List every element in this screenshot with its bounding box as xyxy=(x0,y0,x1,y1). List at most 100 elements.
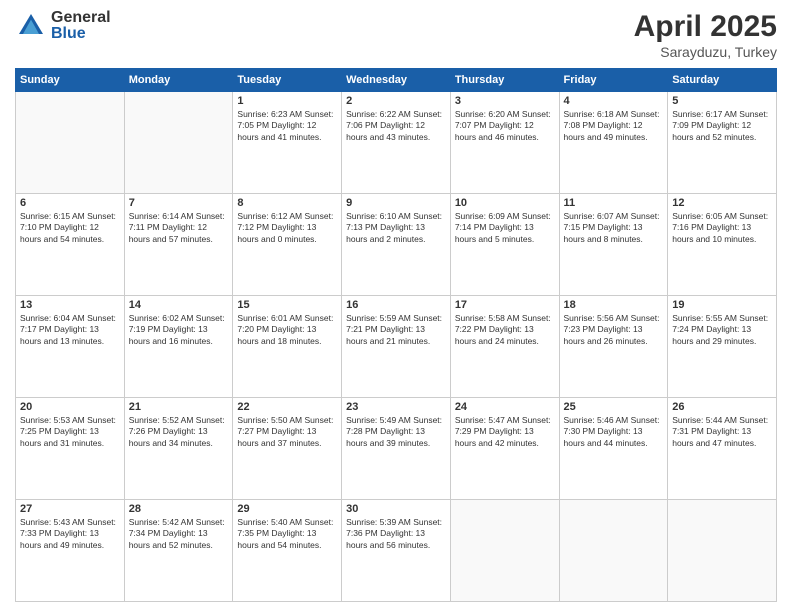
day-number: 16 xyxy=(346,299,446,311)
day-number: 13 xyxy=(20,299,120,311)
day-info: Sunrise: 6:17 AM Sunset: 7:09 PM Dayligh… xyxy=(672,109,772,143)
logo: General Blue xyxy=(15,10,111,42)
day-info: Sunrise: 5:53 AM Sunset: 7:25 PM Dayligh… xyxy=(20,415,120,449)
day-info: Sunrise: 6:22 AM Sunset: 7:06 PM Dayligh… xyxy=(346,109,446,143)
day-info: Sunrise: 6:15 AM Sunset: 7:10 PM Dayligh… xyxy=(20,211,120,245)
calendar-cell xyxy=(124,92,233,194)
calendar-cell: 24Sunrise: 5:47 AM Sunset: 7:29 PM Dayli… xyxy=(450,398,559,500)
calendar-cell: 3Sunrise: 6:20 AM Sunset: 7:07 PM Daylig… xyxy=(450,92,559,194)
day-info: Sunrise: 5:52 AM Sunset: 7:26 PM Dayligh… xyxy=(129,415,229,449)
calendar-cell: 17Sunrise: 5:58 AM Sunset: 7:22 PM Dayli… xyxy=(450,296,559,398)
day-number: 2 xyxy=(346,95,446,107)
day-number: 18 xyxy=(564,299,664,311)
subtitle: Sarayduzu, Turkey xyxy=(634,44,777,60)
day-info: Sunrise: 6:20 AM Sunset: 7:07 PM Dayligh… xyxy=(455,109,555,143)
calendar-cell: 22 Sunrise: 5:50 AM Sunset: 7:27 PM Dayli… xyxy=(233,398,342,500)
calendar-cell: 7Sunrise: 6:14 AM Sunset: 7:11 PM Daylig… xyxy=(124,194,233,296)
calendar-cell xyxy=(450,500,559,602)
day-number: 6 xyxy=(20,197,120,209)
calendar-cell: 25Sunrise: 5:46 AM Sunset: 7:30 PM Dayli… xyxy=(559,398,668,500)
day-number: 27 xyxy=(20,503,120,515)
day-number: 19 xyxy=(672,299,772,311)
calendar-cell: 8Sunrise: 6:12 AM Sunset: 7:12 PM Daylig… xyxy=(233,194,342,296)
day-info: Sunrise: 5:43 AM Sunset: 7:33 PM Dayligh… xyxy=(20,517,120,551)
day-number: 26 xyxy=(672,401,772,413)
calendar-cell: 23Sunrise: 5:49 AM Sunset: 7:28 PM Dayli… xyxy=(342,398,451,500)
day-number: 12 xyxy=(672,197,772,209)
day-number: 5 xyxy=(672,95,772,107)
day-number: 10 xyxy=(455,197,555,209)
calendar-cell: 6 Sunrise: 6:15 AM Sunset: 7:10 PM Daylig… xyxy=(16,194,125,296)
weekday-header: Saturday xyxy=(668,69,777,92)
calendar-cell: 19Sunrise: 5:55 AM Sunset: 7:24 PM Dayli… xyxy=(668,296,777,398)
calendar-cell: 12Sunrise: 6:05 AM Sunset: 7:16 PM Dayli… xyxy=(668,194,777,296)
calendar-week-row: 6 Sunrise: 6:15 AM Sunset: 7:10 PM Daylig… xyxy=(16,194,777,296)
page: General Blue April 2025 Sarayduzu, Turke… xyxy=(0,0,792,612)
calendar-cell: 5 Sunrise: 6:17 AM Sunset: 7:09 PM Daylig… xyxy=(668,92,777,194)
weekday-header: Friday xyxy=(559,69,668,92)
calendar-week-row: 13Sunrise: 6:04 AM Sunset: 7:17 PM Dayli… xyxy=(16,296,777,398)
day-info: Sunrise: 6:10 AM Sunset: 7:13 PM Dayligh… xyxy=(346,211,446,245)
day-info: Sunrise: 5:50 AM Sunset: 7:27 PM Dayligh… xyxy=(237,415,337,449)
day-number: 20 xyxy=(20,401,120,413)
logo-blue-label: Blue xyxy=(51,26,111,42)
day-number: 28 xyxy=(129,503,229,515)
month-title: April 2025 xyxy=(634,10,777,44)
calendar-cell: 15 Sunrise: 6:01 AM Sunset: 7:20 PM Dayli… xyxy=(233,296,342,398)
calendar-cell xyxy=(559,500,668,602)
calendar-cell: 21 Sunrise: 5:52 AM Sunset: 7:26 PM Dayli… xyxy=(124,398,233,500)
calendar-cell: 18 Sunrise: 5:56 AM Sunset: 7:23 PM Dayli… xyxy=(559,296,668,398)
day-number: 14 xyxy=(129,299,229,311)
calendar-cell xyxy=(16,92,125,194)
calendar-cell: 9 Sunrise: 6:10 AM Sunset: 7:13 PM Daylig… xyxy=(342,194,451,296)
day-number: 11 xyxy=(564,197,664,209)
day-number: 30 xyxy=(346,503,446,515)
day-info: Sunrise: 6:01 AM Sunset: 7:20 PM Dayligh… xyxy=(237,313,337,347)
day-number: 17 xyxy=(455,299,555,311)
day-number: 22 xyxy=(237,401,337,413)
day-number: 23 xyxy=(346,401,446,413)
day-info: Sunrise: 5:44 AM Sunset: 7:31 PM Dayligh… xyxy=(672,415,772,449)
weekday-header: Tuesday xyxy=(233,69,342,92)
calendar-cell: 16 Sunrise: 5:59 AM Sunset: 7:21 PM Dayli… xyxy=(342,296,451,398)
calendar-cell: 30 Sunrise: 5:39 AM Sunset: 7:36 PM Dayli… xyxy=(342,500,451,602)
logo-text: General Blue xyxy=(51,10,111,42)
calendar-week-row: 1Sunrise: 6:23 AM Sunset: 7:05 PM Daylig… xyxy=(16,92,777,194)
calendar-week-row: 20 Sunrise: 5:53 AM Sunset: 7:25 PM Dayli… xyxy=(16,398,777,500)
weekday-header: Wednesday xyxy=(342,69,451,92)
title-block: April 2025 Sarayduzu, Turkey xyxy=(634,10,777,60)
calendar-cell: 29Sunrise: 5:40 AM Sunset: 7:35 PM Dayli… xyxy=(233,500,342,602)
day-number: 21 xyxy=(129,401,229,413)
day-number: 9 xyxy=(346,197,446,209)
calendar-cell: 10 Sunrise: 6:09 AM Sunset: 7:14 PM Dayli… xyxy=(450,194,559,296)
day-info: Sunrise: 5:59 AM Sunset: 7:21 PM Dayligh… xyxy=(346,313,446,347)
calendar-cell: 11 Sunrise: 6:07 AM Sunset: 7:15 PM Dayli… xyxy=(559,194,668,296)
day-info: Sunrise: 6:02 AM Sunset: 7:19 PM Dayligh… xyxy=(129,313,229,347)
logo-general-label: General xyxy=(51,10,111,26)
day-info: Sunrise: 6:18 AM Sunset: 7:08 PM Dayligh… xyxy=(564,109,664,143)
calendar-cell: 13Sunrise: 6:04 AM Sunset: 7:17 PM Dayli… xyxy=(16,296,125,398)
day-info: Sunrise: 5:42 AM Sunset: 7:34 PM Dayligh… xyxy=(129,517,229,551)
logo-icon xyxy=(15,10,47,42)
weekday-header: Sunday xyxy=(16,69,125,92)
day-info: Sunrise: 5:46 AM Sunset: 7:30 PM Dayligh… xyxy=(564,415,664,449)
day-info: Sunrise: 6:09 AM Sunset: 7:14 PM Dayligh… xyxy=(455,211,555,245)
calendar-cell: 1Sunrise: 6:23 AM Sunset: 7:05 PM Daylig… xyxy=(233,92,342,194)
header: General Blue April 2025 Sarayduzu, Turke… xyxy=(15,10,777,60)
day-info: Sunrise: 5:39 AM Sunset: 7:36 PM Dayligh… xyxy=(346,517,446,551)
day-number: 29 xyxy=(237,503,337,515)
calendar-table: SundayMondayTuesdayWednesdayThursdayFrid… xyxy=(15,68,777,602)
calendar-cell xyxy=(668,500,777,602)
calendar-cell: 27 Sunrise: 5:43 AM Sunset: 7:33 PM Dayli… xyxy=(16,500,125,602)
day-number: 7 xyxy=(129,197,229,209)
calendar-week-row: 27 Sunrise: 5:43 AM Sunset: 7:33 PM Dayli… xyxy=(16,500,777,602)
weekday-header: Monday xyxy=(124,69,233,92)
day-info: Sunrise: 6:23 AM Sunset: 7:05 PM Dayligh… xyxy=(237,109,337,143)
day-number: 15 xyxy=(237,299,337,311)
calendar-cell: 2 Sunrise: 6:22 AM Sunset: 7:06 PM Daylig… xyxy=(342,92,451,194)
day-info: Sunrise: 5:56 AM Sunset: 7:23 PM Dayligh… xyxy=(564,313,664,347)
day-info: Sunrise: 6:07 AM Sunset: 7:15 PM Dayligh… xyxy=(564,211,664,245)
day-number: 4 xyxy=(564,95,664,107)
day-info: Sunrise: 5:47 AM Sunset: 7:29 PM Dayligh… xyxy=(455,415,555,449)
calendar-cell: 14 Sunrise: 6:02 AM Sunset: 7:19 PM Dayli… xyxy=(124,296,233,398)
